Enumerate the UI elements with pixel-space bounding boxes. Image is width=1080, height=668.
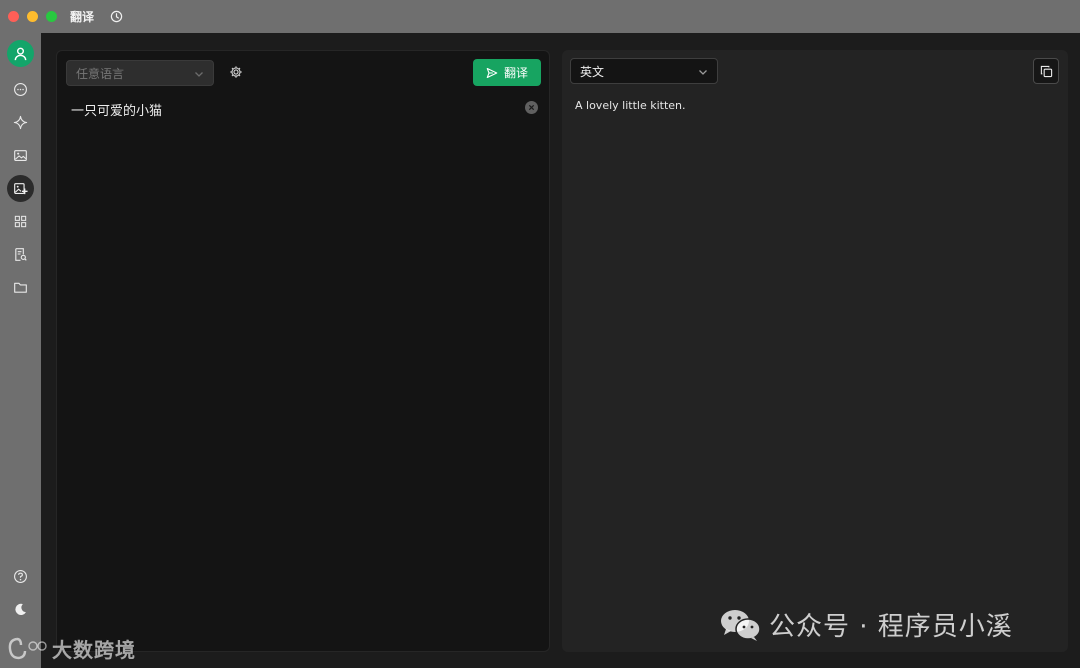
document-search-icon: [15, 248, 27, 261]
chevron-down-icon: [699, 70, 707, 75]
source-language-select[interactable]: 任意语言: [66, 60, 214, 86]
send-icon: [486, 67, 498, 78]
watermark-right: 公众号 · 程序员小溪: [719, 606, 1013, 643]
sidebar: [0, 33, 41, 668]
chevron-down-icon: [195, 72, 203, 77]
sidebar-item-chat[interactable]: [7, 76, 34, 103]
target-panel: 英文 A lovely little kitten.: [562, 50, 1068, 652]
wechat-icon: [721, 609, 761, 641]
main-area: 任意语言 翻译 一只可爱的小猫 英文 A lovely little kitte…: [41, 33, 1080, 668]
watermark-left-text: 大数跨境: [52, 638, 136, 662]
title-bar: 翻译: [0, 0, 1080, 33]
translate-button-label: 翻译: [503, 66, 528, 80]
moon-icon: [15, 603, 26, 616]
translation-output: A lovely little kitten.: [575, 99, 686, 112]
image-edit-icon: [14, 183, 28, 195]
image-icon: [14, 150, 27, 161]
minimize-window-button[interactable]: [27, 11, 38, 22]
target-language-value: 英文: [580, 64, 605, 79]
source-panel: 任意语言 翻译 一只可爱的小猫: [56, 50, 550, 652]
window-title: 翻译: [70, 10, 95, 24]
source-text-input[interactable]: 一只可爱的小猫: [71, 100, 162, 119]
watermark-left: 大数跨境: [8, 634, 136, 663]
folder-icon: [14, 282, 27, 293]
sidebar-item-help[interactable]: [7, 563, 34, 590]
sidebar-item-theme[interactable]: [7, 596, 34, 623]
window-controls: [8, 11, 57, 22]
copy-icon: [1040, 65, 1052, 77]
sidebar-item-image-edit[interactable]: [7, 175, 34, 202]
help-icon: [14, 570, 27, 583]
chat-icon: [14, 83, 27, 96]
history-icon[interactable]: [109, 10, 123, 24]
user-icon: [14, 47, 27, 61]
close-icon: [528, 104, 535, 111]
sparkle-icon: [13, 115, 28, 130]
gear-icon[interactable]: [229, 65, 243, 79]
translate-button[interactable]: 翻译: [473, 59, 541, 86]
target-language-select[interactable]: 英文: [570, 58, 718, 84]
clear-input-button[interactable]: [525, 101, 538, 114]
watermark-right-text: 公众号 · 程序员小溪: [769, 612, 1013, 642]
source-language-placeholder: 任意语言: [76, 66, 125, 81]
sidebar-item-apps[interactable]: [7, 208, 34, 235]
sidebar-item-folder[interactable]: [7, 274, 34, 301]
close-window-button[interactable]: [8, 11, 19, 22]
sidebar-item-documents[interactable]: [7, 241, 34, 268]
sidebar-item-image[interactable]: [7, 142, 34, 169]
grid-icon: [14, 215, 27, 228]
copy-button[interactable]: [1033, 58, 1059, 84]
avatar[interactable]: [7, 40, 34, 67]
zoom-window-button[interactable]: [46, 11, 57, 22]
sidebar-item-ai[interactable]: [7, 109, 34, 136]
watermark-logo-icon: [8, 637, 47, 659]
